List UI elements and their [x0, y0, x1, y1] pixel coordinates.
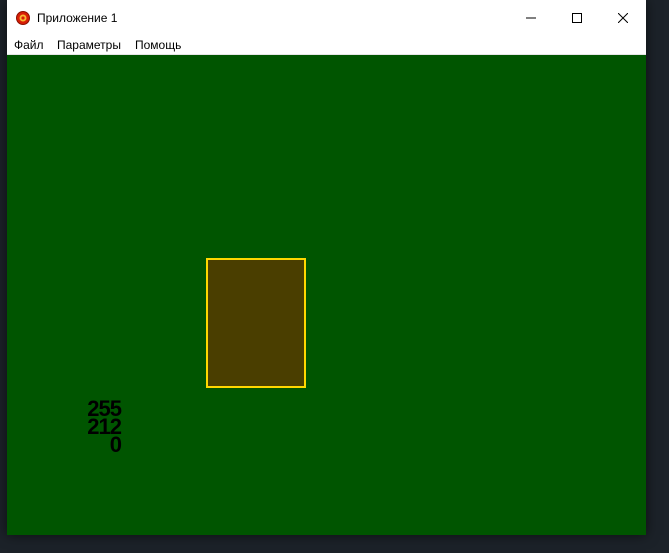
close-button[interactable]: [600, 0, 646, 36]
rgb-readout: 255 212 0: [87, 398, 122, 456]
window-title: Приложение 1: [37, 11, 118, 25]
menu-help[interactable]: Помощь: [135, 38, 181, 52]
menu-bar: Файл Параметры Помощь: [7, 36, 646, 55]
app-window: Приложение 1 Файл Параметры Помощь 255 2…: [7, 0, 646, 535]
maximize-icon: [572, 13, 582, 23]
app-icon[interactable]: [16, 11, 30, 25]
colored-rectangle[interactable]: [206, 258, 306, 388]
close-icon: [618, 13, 628, 23]
minimize-icon: [526, 17, 536, 19]
minimize-button[interactable]: [508, 0, 554, 36]
maximize-button[interactable]: [554, 0, 600, 36]
menu-file[interactable]: Файл: [14, 38, 44, 52]
title-bar[interactable]: Приложение 1: [7, 0, 646, 36]
menu-parameters[interactable]: Параметры: [57, 38, 121, 52]
drawing-canvas[interactable]: 255 212 0: [7, 55, 646, 535]
